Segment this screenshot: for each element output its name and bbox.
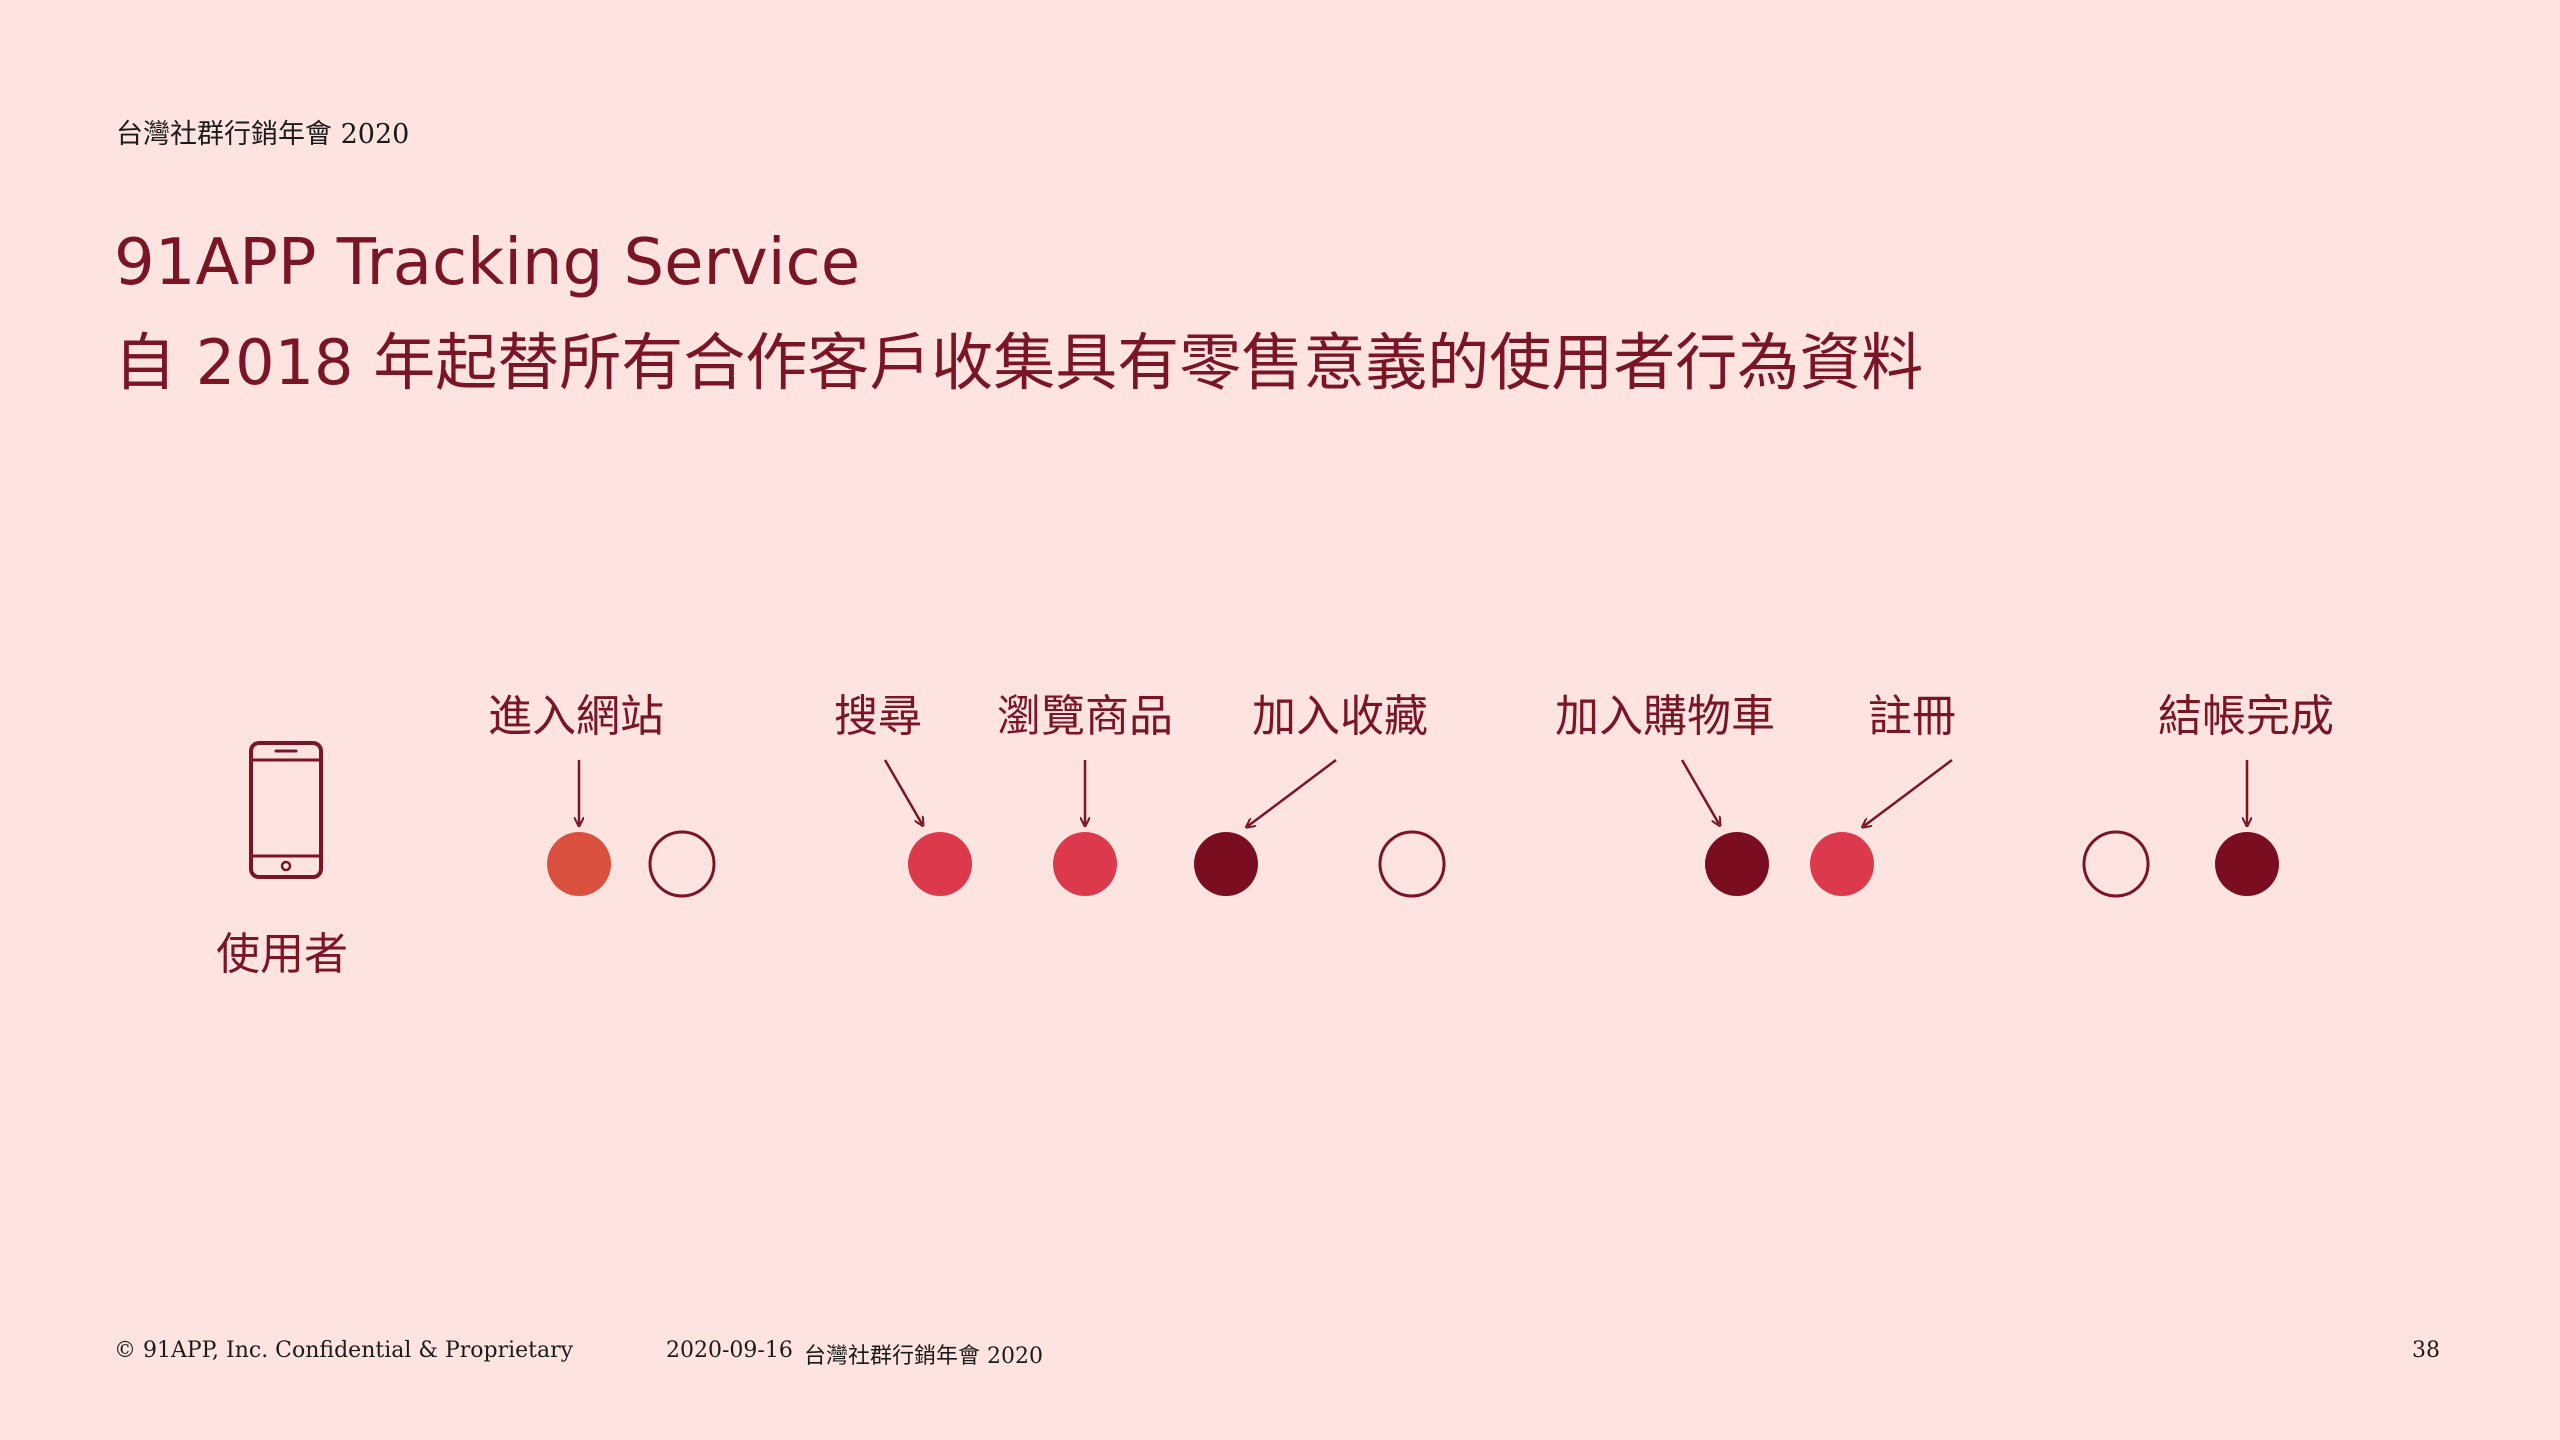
footer-copyright: © 91APP, Inc. Confidential & Proprietary <box>114 1338 574 1363</box>
empty-event-dot <box>648 830 716 898</box>
empty-event-dot <box>1378 830 1446 898</box>
event-label: 加入收藏 <box>1252 691 1428 742</box>
event-label: 加入購物車 <box>1555 691 1775 742</box>
event-arrow <box>1680 759 1719 824</box>
event-dot <box>547 832 611 896</box>
event-label: 瀏覽商品 <box>997 691 1173 742</box>
event-arrow <box>1864 759 1953 826</box>
event-dot <box>1705 832 1769 896</box>
slide: 台灣社群行銷年會 2020 91APP Tracking Service 自 2… <box>0 0 2560 1440</box>
event-label: 結帳完成 <box>2158 691 2334 742</box>
empty-event-dot <box>2082 830 2150 898</box>
event-dot <box>1810 832 1874 896</box>
event-dot <box>1053 832 1117 896</box>
event-arrow <box>883 759 922 824</box>
event-label: 註冊 <box>1868 691 1956 742</box>
event-dot <box>908 832 972 896</box>
footer-page-number: 38 <box>2412 1338 2440 1363</box>
footer-event-name: 台灣社群行銷年會 2020 <box>804 1344 1043 1369</box>
event-dot <box>1194 832 1258 896</box>
footer-date: 2020-09-16 <box>666 1338 793 1363</box>
event-dot <box>2215 832 2279 896</box>
event-label: 進入網站 <box>488 691 664 742</box>
event-label: 搜尋 <box>834 691 922 742</box>
event-arrow <box>1248 759 1337 826</box>
